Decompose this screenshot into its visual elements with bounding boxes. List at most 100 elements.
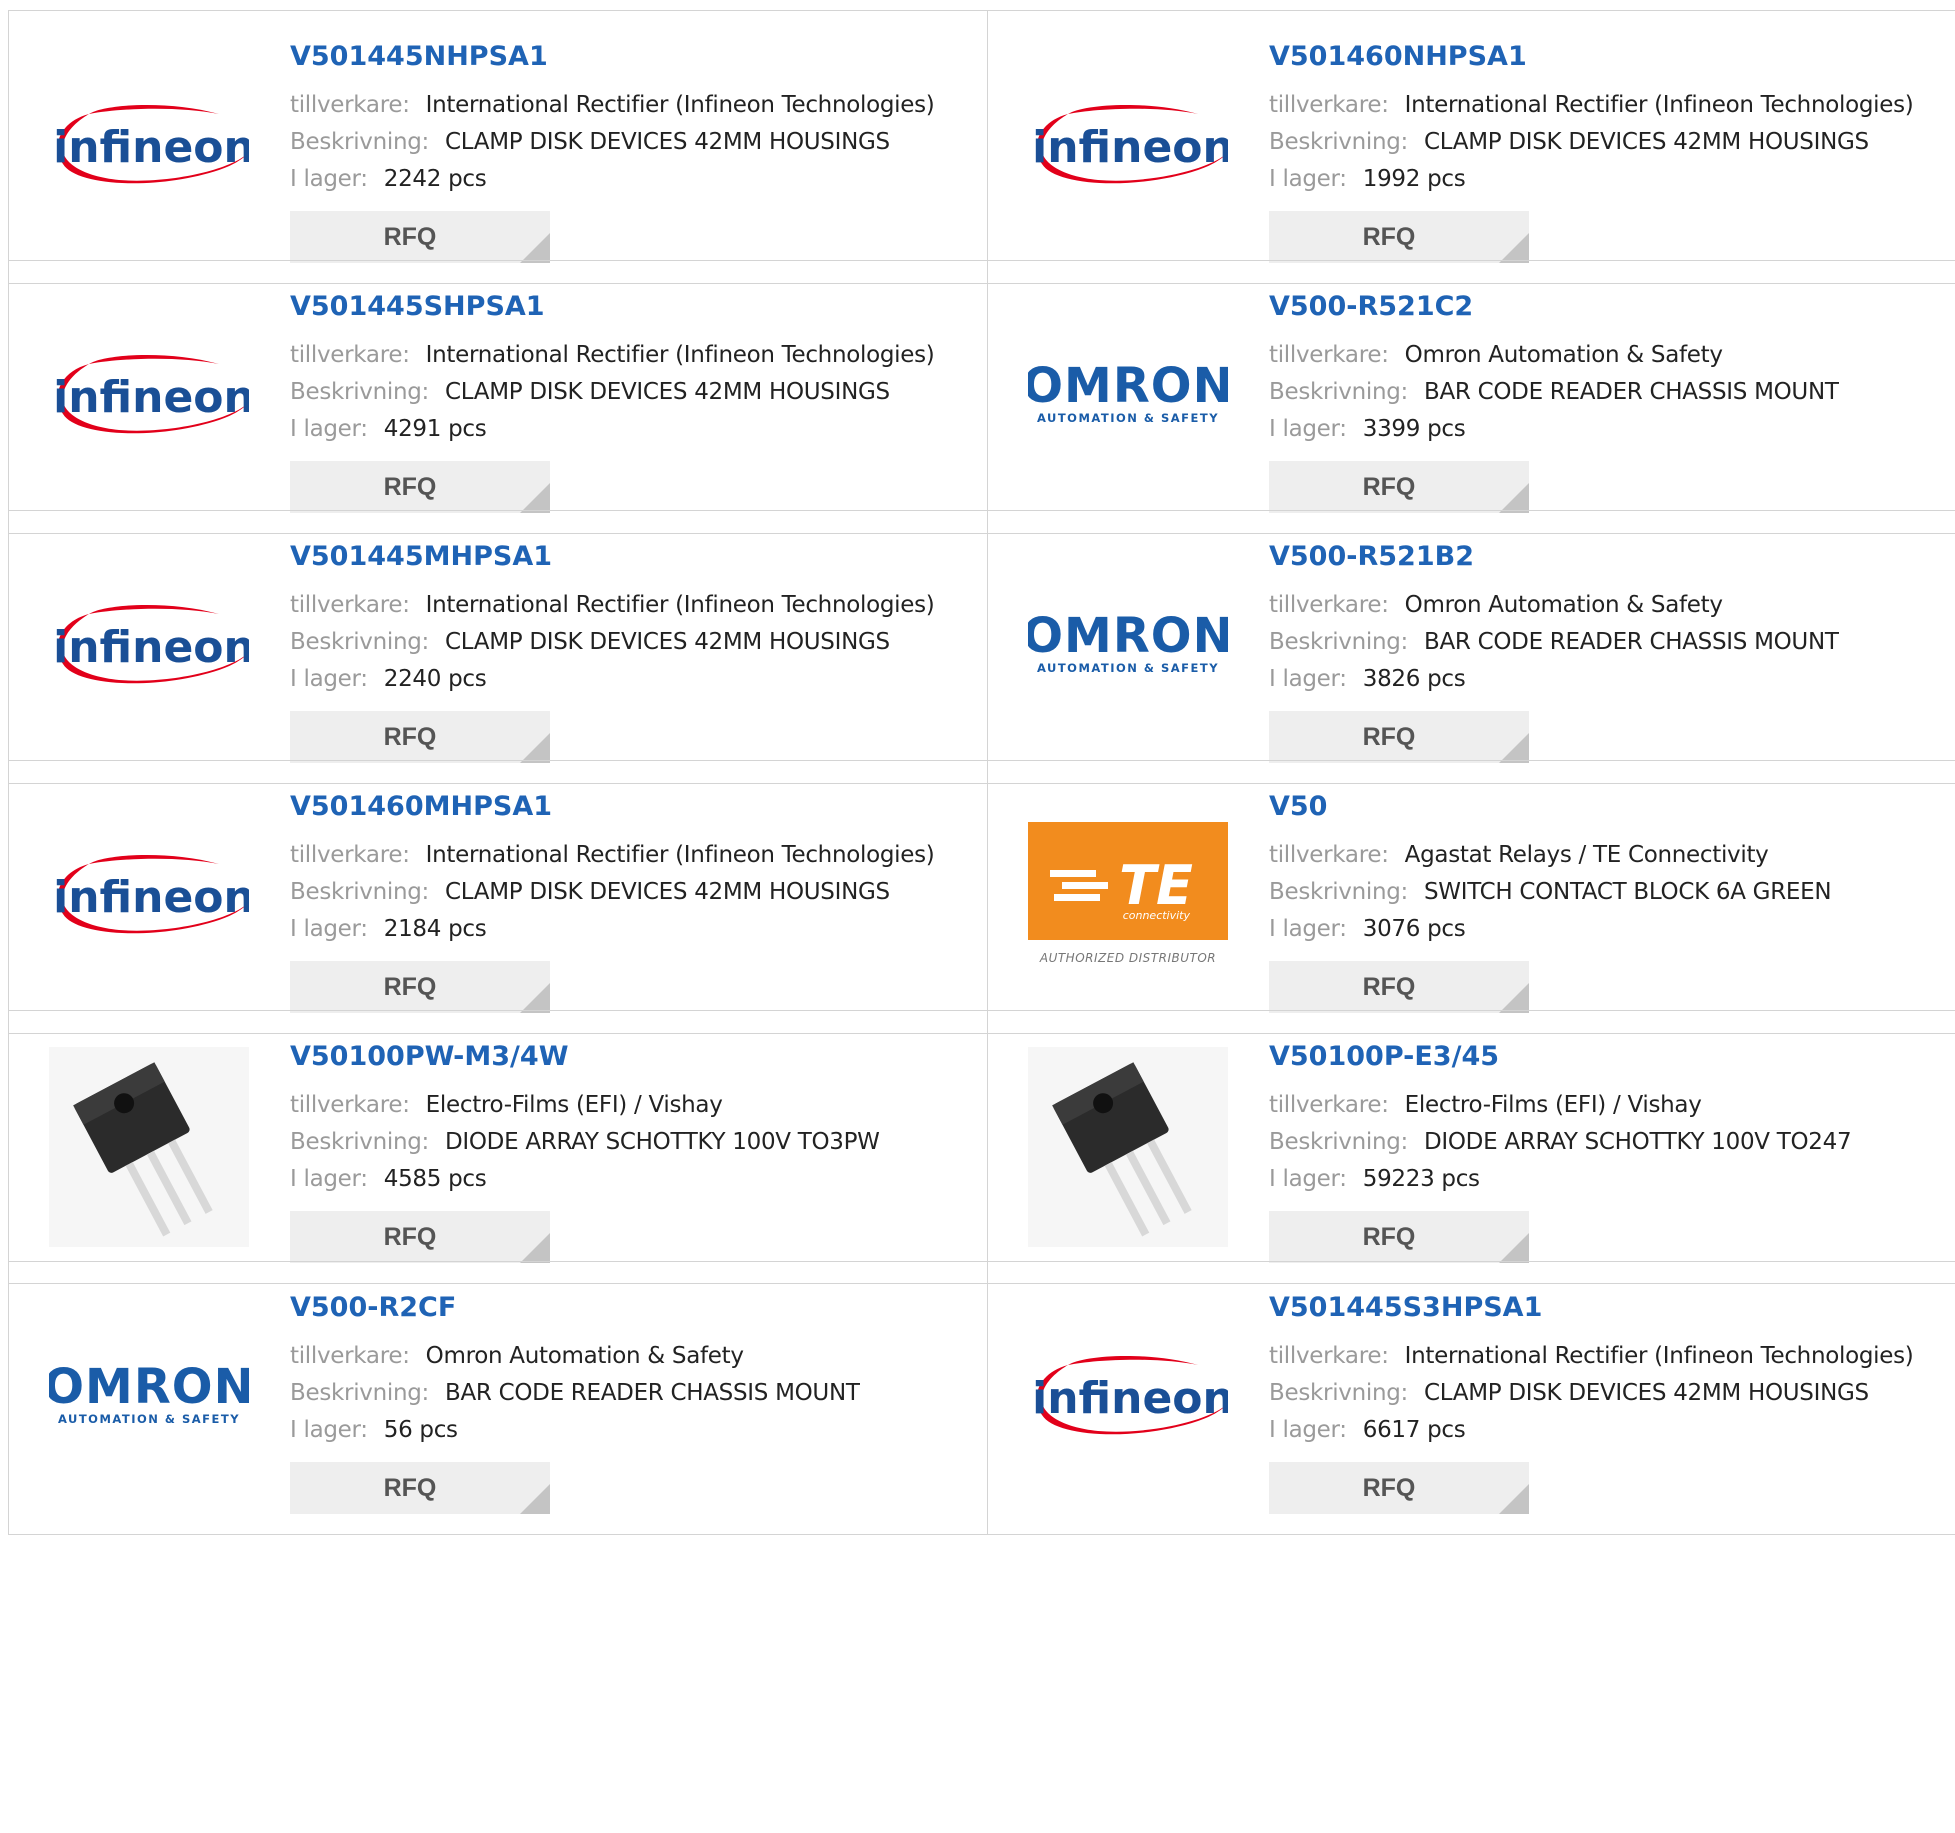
manufacturer-field: tillverkare: International Rectifier (Inf… [290, 587, 977, 624]
manufacturer-value: International Rectifier (Infineon Techno… [425, 342, 935, 368]
infineon-logo: infineon [53, 104, 249, 184]
corner-triangle-icon [520, 983, 550, 1013]
corner-triangle-icon [1499, 483, 1529, 513]
description-value: DIODE ARRAY SCHOTTKY 100V TO247 [1423, 1129, 1852, 1155]
manufacturer-value: International Rectifier (Infineon Techno… [425, 842, 935, 868]
rfq-label: RFQ [1362, 223, 1416, 251]
manufacturer-field: tillverkare: International Rectifier (Inf… [1269, 1338, 1955, 1375]
part-number-link[interactable]: V501460MHPSA1 [290, 791, 977, 823]
omron-logo: OMRON AUTOMATION & SAFETY [1028, 612, 1228, 675]
description-field: Beskrivning: CLAMP DISK DEVICES 42MM HOUS… [1269, 124, 1955, 161]
part-number-link[interactable]: V501460NHPSA1 [1269, 41, 1955, 73]
stock-field: I lager: 6617 pcs [1269, 1412, 1955, 1449]
description-value: BAR CODE READER CHASSIS MOUNT [1423, 629, 1839, 655]
description-value: CLAMP DISK DEVICES 42MM HOUSINGS [1423, 129, 1869, 155]
logo-subtext: AUTOMATION & SAFETY [1037, 661, 1219, 675]
rfq-button[interactable]: RFQ [290, 1211, 550, 1263]
corner-triangle-icon [520, 483, 550, 513]
description-label: Beskrivning: [1269, 129, 1408, 155]
part-number-link[interactable]: V50100PW-M3/4W [290, 1041, 977, 1073]
description-label: Beskrivning: [290, 629, 429, 655]
rfq-button[interactable]: RFQ [1269, 711, 1529, 763]
stock-label: I lager: [290, 1166, 368, 1192]
rfq-label: RFQ [383, 1223, 437, 1251]
product-info: V500-R521B2 tillverkare: Omron Automation… [1269, 541, 1955, 763]
stock-field: I lager: 2242 pcs [290, 161, 977, 198]
part-number-link[interactable]: V500-R521C2 [1269, 291, 1955, 323]
manufacturer-field: tillverkare: Electro-Films (EFI) / Vishay [290, 1087, 977, 1124]
part-number-link[interactable]: V500-R2CF [290, 1292, 977, 1324]
manufacturer-field: tillverkare: International Rectifier (Inf… [290, 337, 977, 374]
manufacturer-value: International Rectifier (Infineon Techno… [1404, 92, 1914, 118]
stock-value: 6617 pcs [1362, 1417, 1466, 1443]
manufacturer-value: Electro-Films (EFI) / Vishay [425, 1092, 723, 1118]
logo-text: infineon [1032, 1373, 1228, 1424]
rfq-button[interactable]: RFQ [1269, 461, 1529, 513]
transistor-image [49, 1047, 249, 1247]
manufacturer-label: tillverkare: [290, 1343, 410, 1369]
product-card: OMRON AUTOMATION & SAFETY V500-R521B2 ti… [987, 511, 1955, 783]
infineon-logo: infineon [53, 854, 249, 934]
part-number-link[interactable]: V501445S3HPSA1 [1269, 1292, 1955, 1324]
manufacturer-logo [1028, 1047, 1228, 1247]
logo-text: infineon [1032, 122, 1228, 173]
part-number-link[interactable]: V501445NHPSA1 [290, 41, 977, 73]
manufacturer-value: Agastat Relays / TE Connectivity [1404, 842, 1769, 868]
rfq-button[interactable]: RFQ [290, 961, 550, 1013]
description-label: Beskrivning: [1269, 379, 1408, 405]
stock-label: I lager: [1269, 416, 1347, 442]
description-label: Beskrivning: [1269, 879, 1408, 905]
rfq-button[interactable]: RFQ [1269, 961, 1529, 1013]
product-card: OMRON AUTOMATION & SAFETY V500-R521C2 ti… [987, 261, 1955, 533]
logo-text: TE [1119, 854, 1193, 917]
description-label: Beskrivning: [290, 879, 429, 905]
stock-value: 2242 pcs [383, 166, 487, 192]
rfq-button[interactable]: RFQ [1269, 1211, 1529, 1263]
rfq-button[interactable]: RFQ [1269, 1462, 1529, 1514]
stock-value: 1992 pcs [1362, 166, 1466, 192]
stock-value: 3826 pcs [1362, 666, 1466, 692]
product-info: V501445MHPSA1 tillverkare: International … [290, 541, 977, 763]
stock-label: I lager: [1269, 916, 1347, 942]
stock-label: I lager: [290, 666, 368, 692]
infineon-logo: infineon [53, 354, 249, 434]
description-field: Beskrivning: DIODE ARRAY SCHOTTKY 100V TO… [290, 1124, 977, 1161]
part-number-link[interactable]: V501445SHPSA1 [290, 291, 977, 323]
description-value: CLAMP DISK DEVICES 42MM HOUSINGS [444, 379, 890, 405]
description-label: Beskrivning: [1269, 1380, 1408, 1406]
description-value: DIODE ARRAY SCHOTTKY 100V TO3PW [444, 1129, 880, 1155]
rfq-button[interactable]: RFQ [290, 1462, 550, 1514]
rfq-button[interactable]: RFQ [1269, 211, 1529, 263]
part-number-link[interactable]: V50 [1269, 791, 1955, 823]
manufacturer-field: tillverkare: Omron Automation & Safety [1269, 587, 1955, 624]
infineon-logo: infineon [1032, 1355, 1228, 1435]
manufacturer-logo: TE connectivity AUTHORIZED DISTRIBUTOR [1028, 797, 1228, 997]
description-value: SWITCH CONTACT BLOCK 6A GREEN [1423, 879, 1832, 905]
infineon-logo: infineon [53, 604, 249, 684]
description-value: CLAMP DISK DEVICES 42MM HOUSINGS [444, 879, 890, 905]
manufacturer-label: tillverkare: [1269, 592, 1389, 618]
product-card: infineon V501445S3HPSA1 tillverkare: Inte… [987, 1262, 1955, 1534]
product-row: infineon V501460MHPSA1 tillverkare: Inter… [8, 760, 1955, 1034]
product-row: infineon V501445SHPSA1 tillverkare: Inter… [8, 260, 1955, 534]
manufacturer-label: tillverkare: [1269, 92, 1389, 118]
part-number-link[interactable]: V501445MHPSA1 [290, 541, 977, 573]
logo-text: infineon [53, 622, 249, 673]
rfq-button[interactable]: RFQ [290, 711, 550, 763]
manufacturer-logo: infineon [49, 47, 249, 247]
logo-subtext: connectivity [1123, 909, 1191, 922]
transistor-image [1028, 1047, 1228, 1247]
stock-value: 3076 pcs [1362, 916, 1466, 942]
rfq-button[interactable]: RFQ [290, 211, 550, 263]
rfq-label: RFQ [1362, 1474, 1416, 1502]
stock-field: I lager: 2184 pcs [290, 911, 977, 948]
stock-field: I lager: 1992 pcs [1269, 161, 1955, 198]
product-info: V50 tillverkare: Agastat Relays / TE Conn… [1269, 791, 1955, 1013]
product-card: infineon V501460MHPSA1 tillverkare: Inter… [9, 761, 987, 1033]
part-number-link[interactable]: V50100P-E3/45 [1269, 1041, 1955, 1073]
rfq-button[interactable]: RFQ [290, 461, 550, 513]
manufacturer-label: tillverkare: [290, 92, 410, 118]
part-number-link[interactable]: V500-R521B2 [1269, 541, 1955, 573]
manufacturer-field: tillverkare: Omron Automation & Safety [290, 1338, 977, 1375]
rfq-label: RFQ [1362, 973, 1416, 1001]
